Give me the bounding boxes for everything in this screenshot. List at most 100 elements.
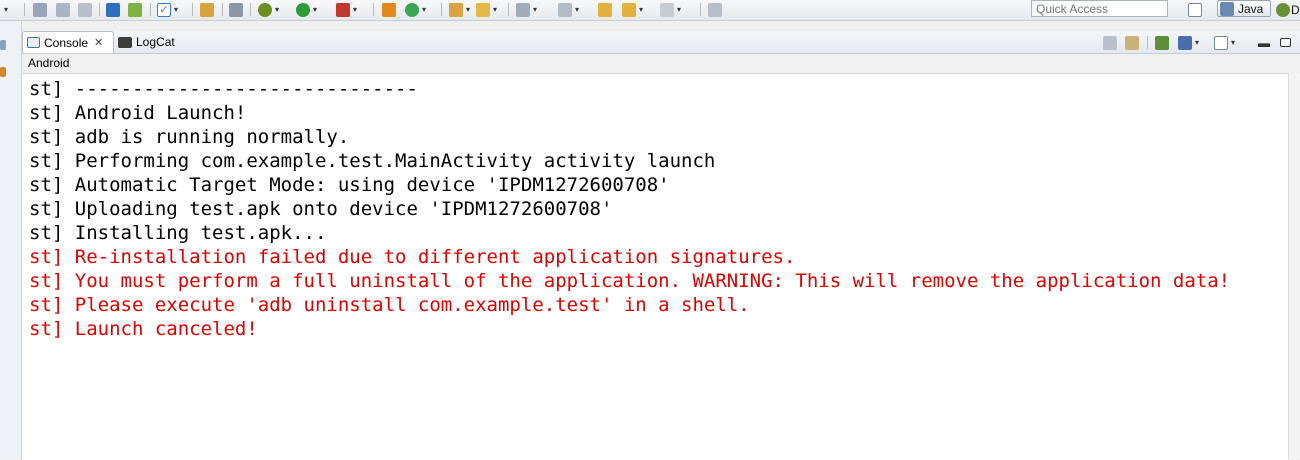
scroll-lock-icon bbox=[1125, 35, 1139, 50]
minimize-button[interactable]: ▬ bbox=[1258, 34, 1270, 51]
new-class-button[interactable]: ▾ bbox=[405, 1, 428, 18]
clear-console-button[interactable] bbox=[1103, 34, 1118, 51]
open-perspective-button[interactable] bbox=[1188, 1, 1203, 18]
run-button[interactable]: ▾ bbox=[296, 1, 319, 18]
save-icon bbox=[33, 2, 47, 17]
checkmark-icon: ✓ bbox=[157, 2, 171, 17]
view-icon bbox=[0, 40, 6, 50]
perspective-java-button[interactable]: Java bbox=[1217, 0, 1271, 17]
console-line: st] Performing com.example.test.MainActi… bbox=[29, 150, 716, 172]
grid-icon bbox=[382, 2, 396, 17]
main-toolbar: ▾ ✓▾ ▾ ▾ ▾ ▾ ▾ ▾ ▾ ▾ ▾ ▾ Java D bbox=[0, 0, 1300, 21]
view-icon bbox=[0, 67, 6, 77]
display-console-button[interactable]: ▾ bbox=[1178, 34, 1201, 51]
chevron-down-icon: ▾ bbox=[274, 5, 279, 14]
bug-icon bbox=[258, 2, 272, 17]
external-tools-icon bbox=[336, 2, 350, 17]
external-tools-button[interactable]: ▾ bbox=[336, 1, 359, 18]
last-edit-button[interactable] bbox=[598, 1, 613, 18]
new-console-icon bbox=[1214, 35, 1228, 50]
logcat-icon bbox=[118, 36, 132, 48]
toolbar-separator bbox=[24, 3, 25, 16]
chevron-down-icon: ▾ bbox=[1194, 38, 1199, 47]
vertical-scrollbar[interactable] bbox=[1288, 73, 1300, 459]
perspective-ddms-button[interactable]: D bbox=[1276, 1, 1300, 18]
avd-manager-button[interactable] bbox=[128, 1, 143, 18]
refresh-tool-button[interactable] bbox=[200, 1, 215, 18]
next-annotation-button[interactable]: ▾ bbox=[516, 1, 539, 18]
forward-button[interactable]: ▾ bbox=[660, 1, 683, 18]
back-button[interactable]: ▾ bbox=[622, 1, 645, 18]
chevron-down-icon: ▾ bbox=[532, 5, 537, 14]
chevron-down-icon: ▾ bbox=[465, 5, 470, 14]
console-line: st] Launch canceled! bbox=[29, 318, 258, 340]
tab-logcat[interactable]: LogCat bbox=[118, 31, 210, 53]
previous-annotation-button[interactable]: ▾ bbox=[558, 1, 581, 18]
toolbar-separator bbox=[441, 3, 442, 16]
toolbar-separator bbox=[192, 3, 193, 16]
tab-logcat-label: LogCat bbox=[136, 35, 175, 49]
close-icon[interactable]: ✕ bbox=[94, 36, 103, 49]
search-tool-button[interactable]: ▾ bbox=[476, 1, 499, 18]
chevron-down-icon: ▾ bbox=[574, 5, 579, 14]
perspective-ddms-label: D bbox=[1291, 2, 1300, 17]
toolbar-separator bbox=[373, 3, 374, 16]
arrow-left-icon bbox=[598, 2, 612, 17]
tab-console[interactable]: Console ✕ bbox=[22, 31, 114, 53]
console-line: st] Uploading test.apk onto device 'IPDM… bbox=[29, 198, 613, 220]
toolbar-separator bbox=[99, 3, 100, 16]
android-device-icon bbox=[128, 2, 142, 17]
arrow-right-icon bbox=[660, 2, 674, 17]
adjacent-view-edge bbox=[0, 21, 22, 459]
chevron-down-icon: ▾ bbox=[173, 5, 178, 14]
clear-console-icon bbox=[1103, 35, 1117, 50]
console-line: st] Android Launch! bbox=[29, 102, 247, 124]
monitor-icon bbox=[1178, 35, 1192, 50]
chevron-down-icon: ▾ bbox=[352, 5, 357, 14]
console-output[interactable]: st] ------------------------------ st] An… bbox=[22, 73, 1288, 460]
pin-console-button[interactable] bbox=[1155, 34, 1170, 51]
open-type-button[interactable]: ▾ bbox=[449, 1, 472, 18]
sdk-manager-button[interactable] bbox=[106, 1, 121, 18]
chevron-down-icon: ▾ bbox=[1230, 38, 1235, 47]
quick-access-input[interactable] bbox=[1031, 0, 1168, 17]
wrench-icon bbox=[229, 2, 243, 17]
console-line: st] adb is running normally. bbox=[29, 126, 350, 148]
maximize-button[interactable] bbox=[1280, 34, 1292, 51]
ddms-icon bbox=[1276, 2, 1290, 17]
scroll-lock-button[interactable] bbox=[1125, 34, 1140, 51]
chevron-down-icon: ▾ bbox=[676, 5, 681, 14]
console-icon bbox=[27, 37, 40, 48]
new-java-project-button[interactable] bbox=[382, 1, 397, 18]
console-line: st] Please execute 'adb uninstall com.ex… bbox=[29, 294, 750, 316]
download-icon bbox=[106, 2, 120, 17]
toolbar-separator bbox=[508, 3, 509, 16]
console-line: st] ------------------------------ bbox=[29, 78, 418, 100]
new-dropdown[interactable]: ▾ bbox=[2, 1, 10, 18]
chevron-down-icon: ▾ bbox=[421, 5, 426, 14]
open-perspective-icon bbox=[1188, 2, 1202, 17]
toolbar-separator bbox=[250, 3, 251, 16]
save-all-button[interactable] bbox=[56, 1, 71, 18]
print-icon bbox=[78, 2, 92, 17]
toolbar-separator bbox=[700, 3, 701, 16]
pin-icon bbox=[1155, 35, 1169, 50]
class-icon bbox=[405, 2, 419, 17]
chevron-down-icon: ▾ bbox=[312, 5, 317, 14]
skip-breakpoints-button[interactable] bbox=[229, 1, 244, 18]
open-console-button[interactable]: ▾ bbox=[1214, 34, 1237, 51]
chevron-down-icon: ▾ bbox=[492, 5, 497, 14]
toolbar-separator bbox=[222, 3, 223, 16]
debug-button[interactable]: ▾ bbox=[258, 1, 281, 18]
maximize-icon bbox=[1280, 38, 1291, 47]
minimize-icon: ▬ bbox=[1258, 35, 1270, 50]
save-button[interactable] bbox=[33, 1, 48, 18]
checkbox-tool-button[interactable]: ✓ ▾ bbox=[157, 1, 180, 18]
console-line: st] You must perform a full uninstall of… bbox=[29, 270, 1231, 292]
flashlight-icon bbox=[476, 2, 490, 17]
console-description: Android bbox=[28, 56, 70, 70]
pin-editor-button[interactable] bbox=[708, 1, 723, 18]
console-line: st] Installing test.apk... bbox=[29, 222, 327, 244]
print-button[interactable] bbox=[78, 1, 93, 18]
console-view-tabbar: Console ✕ LogCat ▾ ▾ ▬ bbox=[22, 31, 1300, 54]
